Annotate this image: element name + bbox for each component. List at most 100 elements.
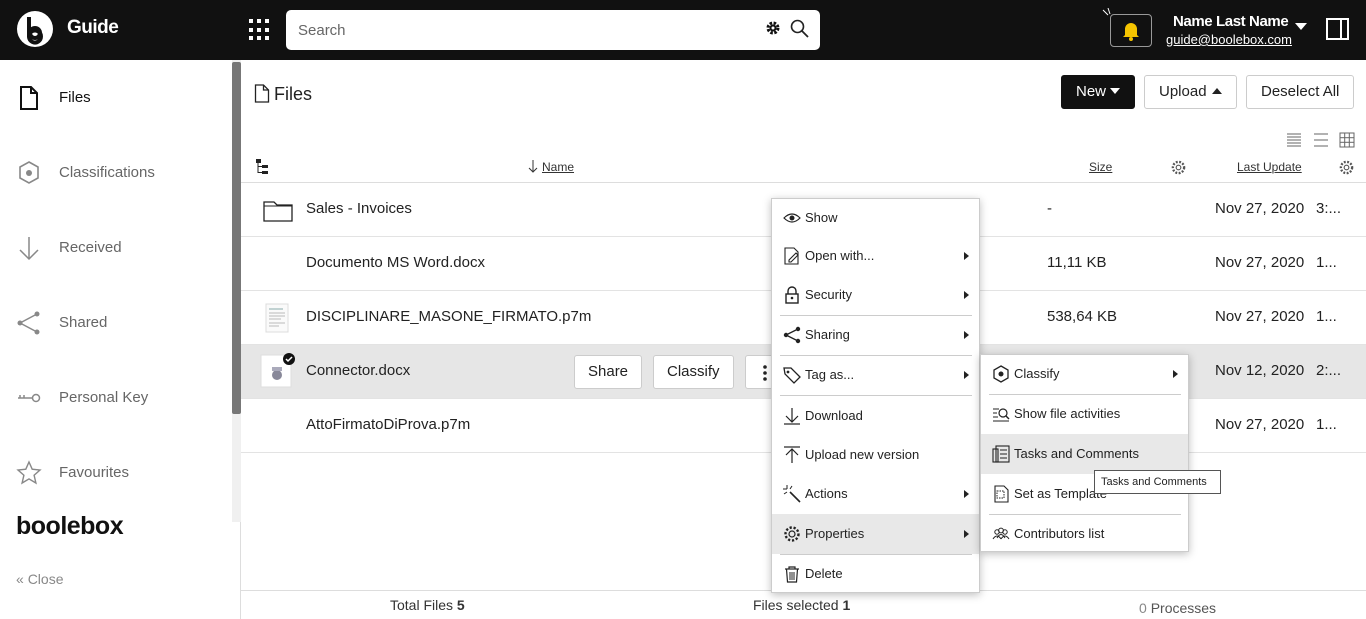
menu-item-label: Show file activities xyxy=(1014,406,1121,421)
brand-logo: boolebox xyxy=(16,512,124,540)
lock-icon xyxy=(785,286,799,304)
total-files: Total Files 5 xyxy=(390,597,465,613)
file-time: 2:... xyxy=(1316,362,1342,379)
file-name[interactable]: DISCIPLINARE_MASONE_FIRMATO.p7m xyxy=(306,308,591,325)
menu-item-sharing[interactable]: Sharing xyxy=(772,316,979,354)
upload-button[interactable]: Upload xyxy=(1144,75,1237,109)
menu-item-label: Contributors list xyxy=(1014,526,1105,541)
menu-item-label: Security xyxy=(805,287,852,302)
menu-item-properties[interactable]: Properties xyxy=(772,514,979,554)
sidebar-item-label: Received xyxy=(59,239,122,256)
file-name[interactable]: AttoFirmatoDiProva.p7m xyxy=(306,416,470,433)
folder-icon xyxy=(263,201,293,222)
menu-item-open-with[interactable]: Open with... xyxy=(772,237,979,275)
trash-icon xyxy=(785,566,799,583)
notifications-button[interactable] xyxy=(1110,14,1152,47)
menu-item-show[interactable]: Show xyxy=(772,199,979,237)
menu-item-upload-new-version[interactable]: Upload new version xyxy=(772,436,979,474)
submenu-arrow-icon xyxy=(964,331,969,339)
submenu-item-contributors-list[interactable]: Contributors list xyxy=(981,515,1188,553)
file-name[interactable]: Connector.docx xyxy=(306,362,410,379)
app-title: Guide xyxy=(67,17,119,38)
menu-item-security[interactable]: Security xyxy=(772,276,979,314)
file-time: 1... xyxy=(1316,416,1337,433)
file-size: 11,11 KB xyxy=(1047,254,1107,271)
files-selected-count: 1 xyxy=(842,597,851,613)
sidebar-scrollbar[interactable] xyxy=(232,62,241,414)
menu-item-label: Tasks and Comments xyxy=(1014,446,1139,461)
column-settings-gear-icon[interactable] xyxy=(1171,160,1186,175)
sidebar-item-received[interactable]: Received xyxy=(0,228,230,268)
sidebar-close-button[interactable]: « Close xyxy=(16,571,63,587)
panel-toggle-icon[interactable] xyxy=(1326,18,1349,40)
menu-item-download[interactable]: Download xyxy=(772,397,979,435)
menu-item-label: Delete xyxy=(805,566,843,581)
grid-view-icon[interactable] xyxy=(1339,132,1355,148)
sidebar-item-shared[interactable]: Shared xyxy=(0,303,230,343)
star-icon xyxy=(16,460,42,485)
column-header-name[interactable]: Name xyxy=(542,160,574,174)
apps-grid-icon[interactable] xyxy=(249,19,271,41)
search-icon[interactable] xyxy=(790,19,809,43)
column-settings-gear-icon[interactable] xyxy=(1339,160,1354,175)
hexagon-icon xyxy=(19,161,39,184)
search-settings-gear-icon[interactable] xyxy=(765,20,781,41)
submenu-arrow-icon xyxy=(1173,370,1178,378)
tasks-icon xyxy=(992,445,1010,463)
file-time: 3:... xyxy=(1316,200,1342,217)
menu-item-actions[interactable]: Actions xyxy=(772,475,979,513)
menu-item-label: Sharing xyxy=(805,327,850,342)
menu-item-delete[interactable]: Delete xyxy=(772,555,979,593)
menu-item-tag-as[interactable]: Tag as... xyxy=(772,356,979,394)
file-date: Nov 12, 2020 xyxy=(1215,362,1305,379)
menu-item-label: Upload new version xyxy=(805,447,920,462)
user-email[interactable]: guide@boolebox.com xyxy=(1166,32,1292,47)
sidebar-item-favourites[interactable]: Favourites xyxy=(0,453,230,493)
submenu-item-tasks-and-comments[interactable]: Tasks and Comments xyxy=(981,434,1188,474)
view-switcher xyxy=(1287,131,1359,154)
share-button[interactable]: Share xyxy=(574,355,643,389)
tag-icon xyxy=(783,367,801,384)
file-time: 1... xyxy=(1316,254,1337,271)
menu-separator xyxy=(780,395,972,396)
new-button-label: New xyxy=(1076,83,1107,100)
processes-label: Processes xyxy=(1150,600,1217,616)
file-size: - xyxy=(1047,200,1052,217)
sidebar-item-classifications[interactable]: Classifications xyxy=(0,153,230,193)
key-icon xyxy=(18,393,41,403)
files-selected-label: Files selected xyxy=(753,597,839,613)
top-bar: Guide Name Last Name guide@boolebox.com xyxy=(0,0,1366,60)
sidebar-item-personal-key[interactable]: Personal Key xyxy=(0,378,230,418)
column-header-size[interactable]: Size xyxy=(1089,160,1112,174)
submenu-item-classify[interactable]: Classify xyxy=(981,355,1188,393)
classify-button[interactable]: Classify xyxy=(653,355,734,389)
user-name[interactable]: Name Last Name xyxy=(1173,13,1289,30)
list-view-icon[interactable] xyxy=(1314,133,1328,147)
arrow-down-icon xyxy=(19,237,39,261)
document-thumbnail xyxy=(260,353,295,388)
new-button[interactable]: New xyxy=(1061,75,1136,109)
sidebar-item-label: Personal Key xyxy=(59,389,149,406)
file-date: Nov 27, 2020 xyxy=(1215,200,1305,217)
files-selected: Files selected 1 xyxy=(753,597,850,613)
file-name[interactable]: Sales - Invoices xyxy=(306,200,412,217)
file-name[interactable]: Documento MS Word.docx xyxy=(306,254,485,271)
document-thumbnail xyxy=(265,303,289,333)
tree-view-icon[interactable] xyxy=(255,158,271,176)
deselect-all-button[interactable]: Deselect All xyxy=(1246,75,1355,109)
search-box xyxy=(286,10,820,50)
submenu-item-show-file-activities[interactable]: Show file activities xyxy=(981,395,1188,433)
app-logo[interactable] xyxy=(17,11,53,47)
sidebar-item-files[interactable]: Files xyxy=(0,78,230,118)
processes-status[interactable]: 0 Processes xyxy=(1139,600,1216,616)
compact-list-view-icon[interactable] xyxy=(1287,133,1301,147)
activity-search-icon xyxy=(993,408,1010,422)
caret-up-icon xyxy=(1211,88,1222,94)
share-icon xyxy=(783,326,801,344)
user-menu-caret-icon[interactable] xyxy=(1295,23,1307,30)
search-input[interactable] xyxy=(298,19,738,41)
download-icon xyxy=(784,408,800,425)
column-header-last-update[interactable]: Last Update xyxy=(1237,160,1302,174)
file-time: 1... xyxy=(1316,308,1337,325)
total-files-count: 5 xyxy=(456,597,465,613)
